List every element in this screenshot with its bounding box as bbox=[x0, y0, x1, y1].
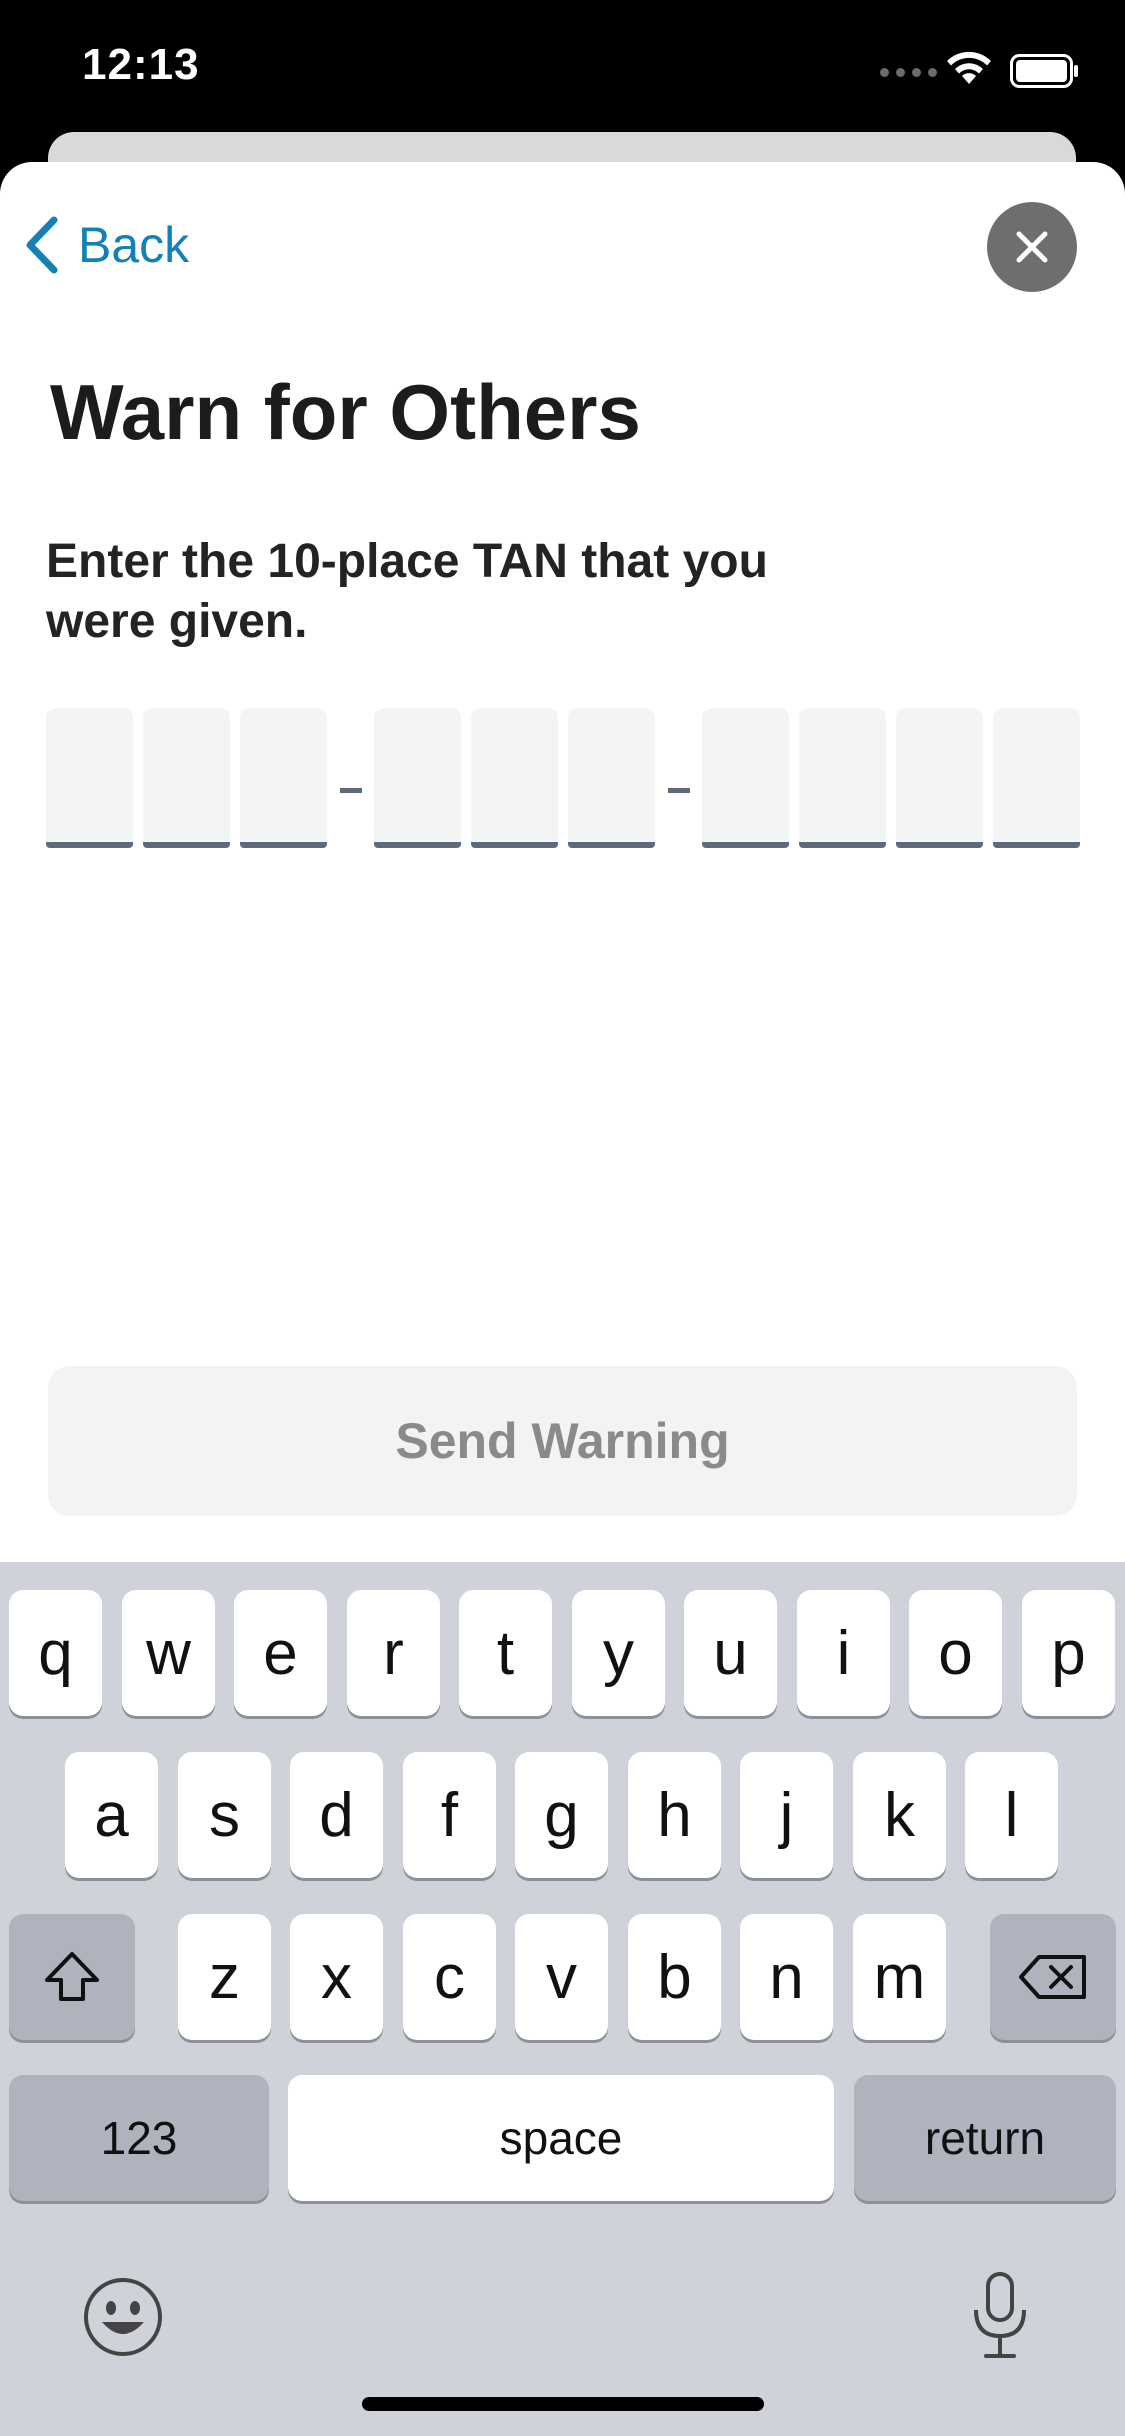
key-q[interactable]: q bbox=[9, 1590, 102, 1716]
chevron-left-icon bbox=[26, 216, 58, 274]
shift-key[interactable] bbox=[9, 1914, 135, 2040]
close-button[interactable] bbox=[987, 202, 1077, 292]
tan-digit-field[interactable] bbox=[374, 708, 461, 848]
key-a[interactable]: a bbox=[65, 1752, 158, 1878]
key-h[interactable]: h bbox=[628, 1752, 721, 1878]
key-w[interactable]: w bbox=[122, 1590, 215, 1716]
key-u[interactable]: u bbox=[684, 1590, 777, 1716]
key-c[interactable]: c bbox=[403, 1914, 496, 2040]
delete-icon bbox=[1019, 1955, 1086, 1999]
wifi-icon bbox=[947, 51, 991, 84]
status-time: 12:13 bbox=[82, 40, 200, 89]
home-indicator[interactable] bbox=[362, 2397, 764, 2411]
delete-key[interactable] bbox=[990, 1914, 1116, 2040]
tan-separator bbox=[340, 788, 362, 793]
key-s[interactable]: s bbox=[178, 1752, 271, 1878]
key-b[interactable]: b bbox=[628, 1914, 721, 2040]
tan-digit-field[interactable] bbox=[471, 708, 558, 848]
keyboard: q w e r t y u i o p a s d f g h j k l z … bbox=[0, 1562, 1125, 2436]
tan-digit-field[interactable] bbox=[896, 708, 983, 848]
key-x[interactable]: x bbox=[290, 1914, 383, 2040]
key-i[interactable]: i bbox=[797, 1590, 890, 1716]
tan-digit-field[interactable] bbox=[143, 708, 230, 848]
back-label: Back bbox=[78, 217, 190, 273]
back-button[interactable]: Back bbox=[24, 216, 189, 274]
status-bar: 12:13 bbox=[0, 0, 1125, 140]
key-p[interactable]: p bbox=[1022, 1590, 1115, 1716]
emoji-icon[interactable] bbox=[82, 2276, 164, 2358]
close-icon bbox=[1016, 231, 1048, 263]
key-o[interactable]: o bbox=[909, 1590, 1002, 1716]
tan-digit-field[interactable] bbox=[799, 708, 886, 848]
tan-separator bbox=[668, 788, 690, 793]
key-m[interactable]: m bbox=[853, 1914, 946, 2040]
tan-digit-field[interactable] bbox=[702, 708, 789, 848]
key-v[interactable]: v bbox=[515, 1914, 608, 2040]
tan-digit-field[interactable] bbox=[993, 708, 1080, 848]
key-d[interactable]: d bbox=[290, 1752, 383, 1878]
page-subtitle: Enter the 10-place TAN that you were giv… bbox=[46, 535, 768, 648]
key-j[interactable]: j bbox=[740, 1752, 833, 1878]
key-e[interactable]: e bbox=[234, 1590, 327, 1716]
key-f[interactable]: f bbox=[403, 1752, 496, 1878]
tan-digit-field[interactable] bbox=[46, 708, 133, 848]
page-title: Warn for Others bbox=[50, 368, 641, 456]
tan-digit-field[interactable] bbox=[568, 708, 655, 848]
key-k[interactable]: k bbox=[853, 1752, 946, 1878]
send-warning-label: Send Warning bbox=[395, 1413, 730, 1469]
shift-icon bbox=[45, 1952, 99, 2001]
key-t[interactable]: t bbox=[459, 1590, 552, 1716]
key-g[interactable]: g bbox=[515, 1752, 608, 1878]
return-key[interactable]: return bbox=[854, 2075, 1116, 2201]
tan-digit-field[interactable] bbox=[240, 708, 327, 848]
key-l[interactable]: l bbox=[965, 1752, 1058, 1878]
cellular-signal-icon bbox=[880, 68, 937, 77]
battery-icon bbox=[1010, 54, 1078, 88]
send-warning-button[interactable]: Send Warning bbox=[48, 1366, 1077, 1516]
key-r[interactable]: r bbox=[347, 1590, 440, 1716]
space-key[interactable]: space bbox=[288, 2075, 834, 2201]
microphone-icon[interactable] bbox=[968, 2270, 1032, 2362]
key-z[interactable]: z bbox=[178, 1914, 271, 2040]
key-n[interactable]: n bbox=[740, 1914, 833, 2040]
key-y[interactable]: y bbox=[572, 1590, 665, 1716]
numbers-key[interactable]: 123 bbox=[9, 2075, 269, 2201]
